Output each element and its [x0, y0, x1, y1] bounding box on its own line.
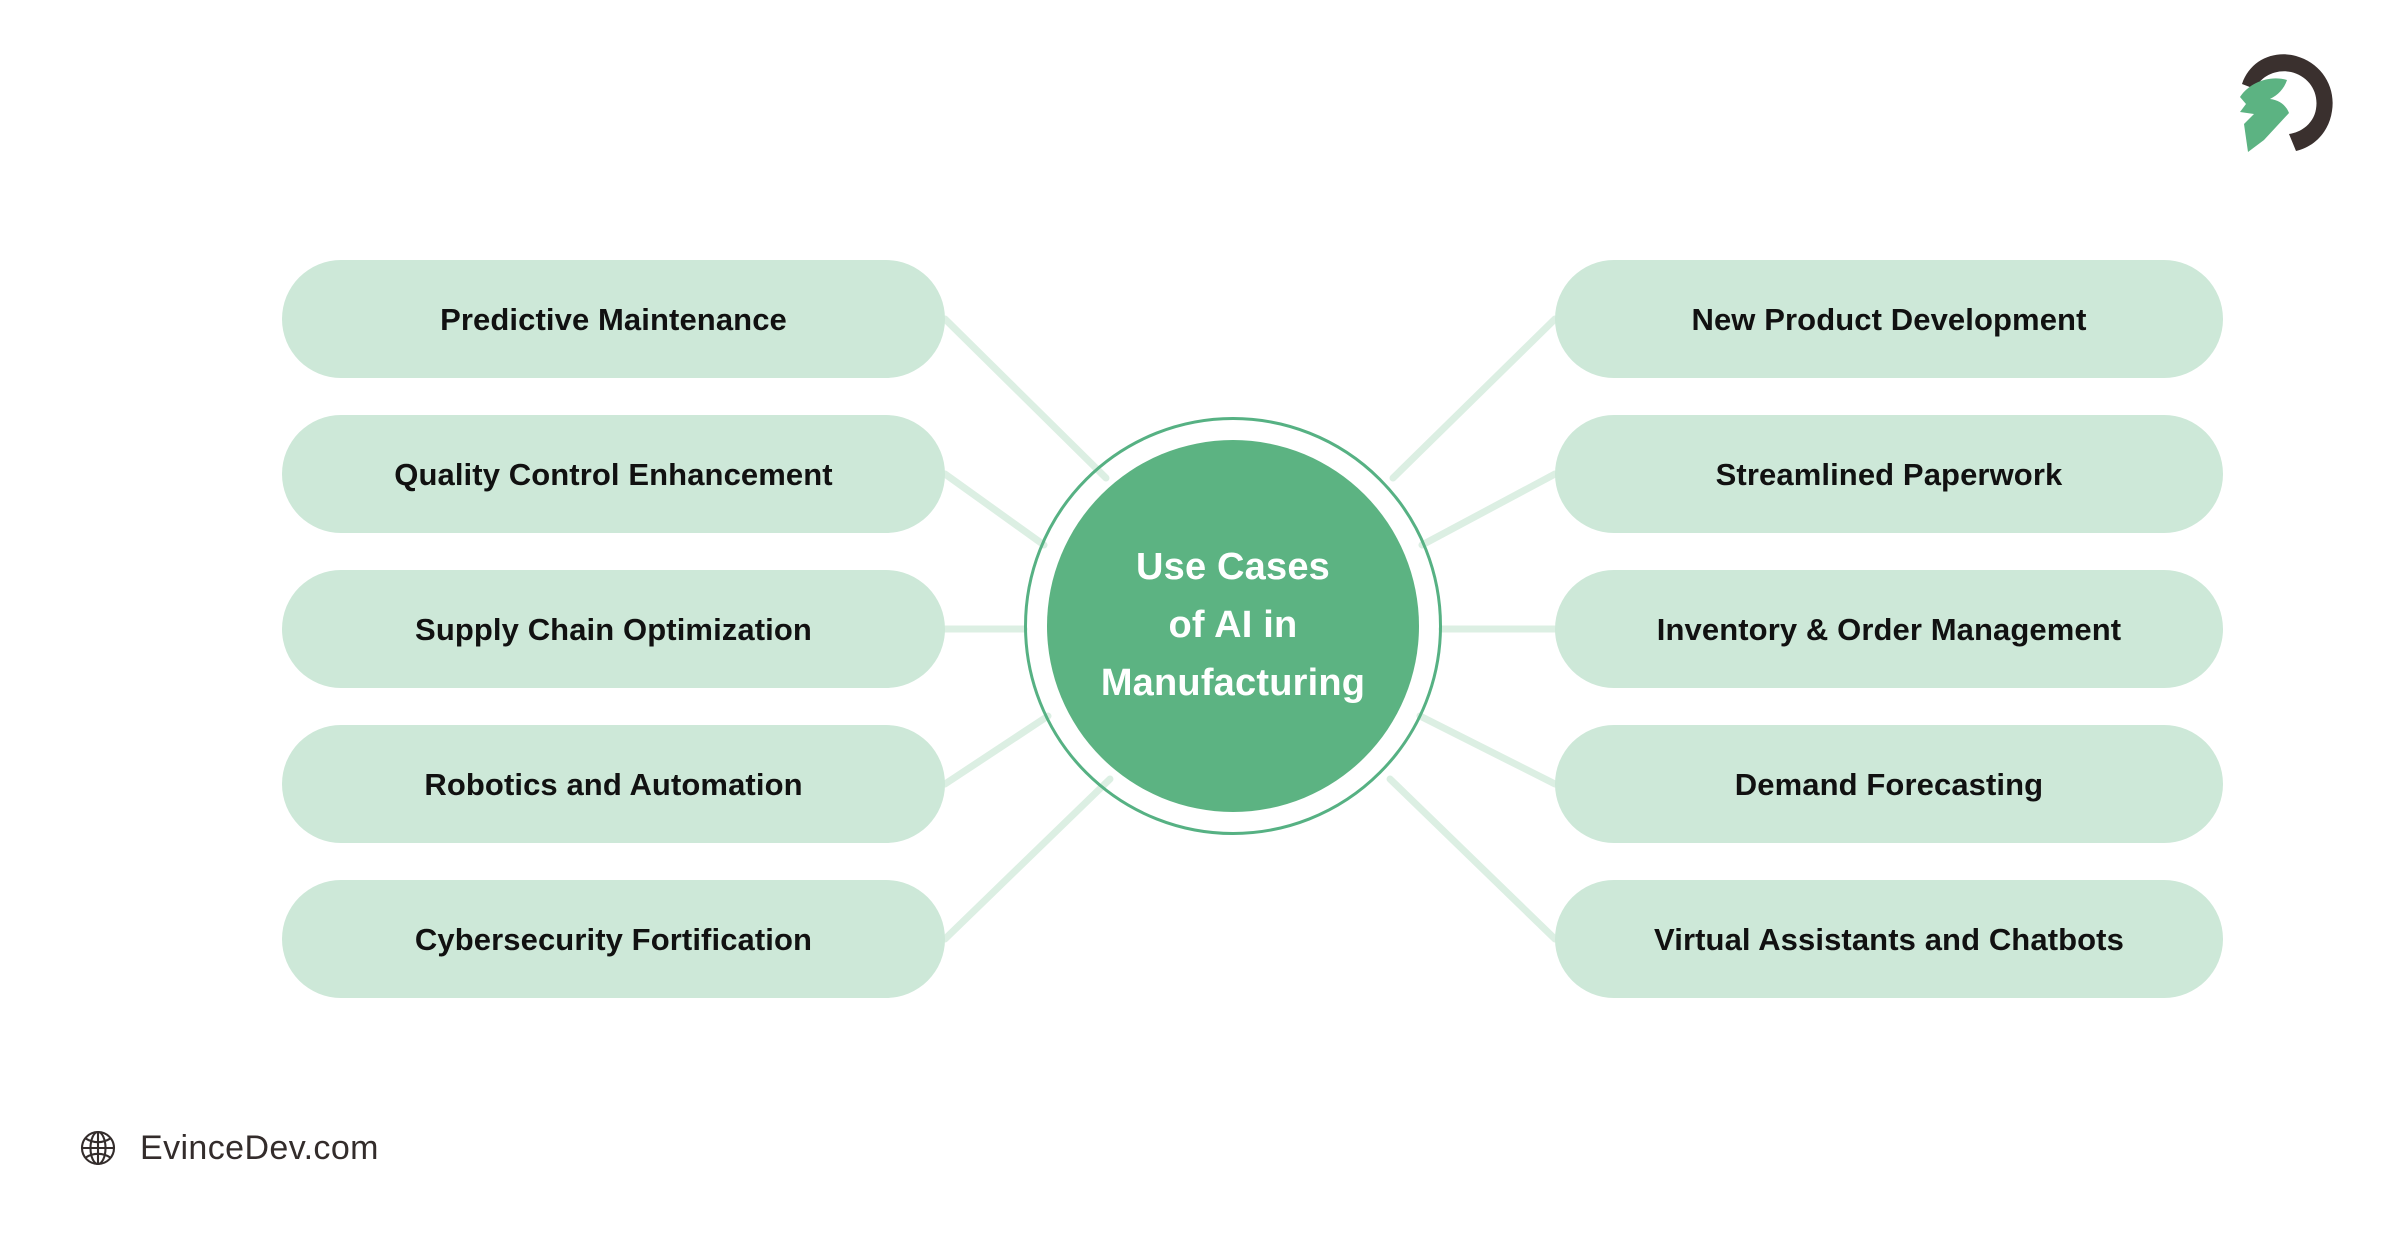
branch-label: Streamlined Paperwork [1715, 456, 2063, 492]
connector-right-1 [1418, 470, 1559, 549]
connector-right-0 [1389, 315, 1559, 482]
connector-left-0 [941, 315, 1110, 482]
evincedev-logo-icon [2240, 54, 2333, 152]
connector-right-3 [1416, 712, 1559, 788]
branch-label: Robotics and Automation [424, 766, 803, 802]
branch-pill-right-4[interactable]: Virtual Assistants and Chatbots [1555, 880, 2223, 998]
branch-label: New Product Development [1691, 301, 2087, 337]
branch-label: Cybersecurity Fortification [414, 921, 813, 957]
branch-label: Predictive Maintenance [440, 301, 787, 337]
hub-title: Use Cases of AI in Manufacturing [1100, 546, 1366, 704]
branch-pill-left-0[interactable]: Predictive Maintenance [282, 260, 945, 378]
branch-pill-right-0[interactable]: New Product Development [1555, 260, 2223, 378]
branch-pill-left-1[interactable]: Quality Control Enhancement [282, 415, 945, 533]
connector-left-1 [941, 470, 1048, 549]
connector-left-4 [941, 775, 1114, 943]
infographic-canvas: Predictive Maintenance Quality Control E… [0, 0, 2400, 1256]
globe-icon [80, 1130, 116, 1166]
branch-pill-right-2[interactable]: Inventory & Order Management [1555, 570, 2223, 688]
branch-label: Inventory & Order Management [1656, 611, 2122, 647]
connector-right-4 [1386, 775, 1559, 943]
footer-site-label[interactable]: EvinceDev.com [140, 1131, 379, 1165]
branch-pill-left-4[interactable]: Cybersecurity Fortification [282, 880, 945, 998]
branch-pill-right-1[interactable]: Streamlined Paperwork [1555, 415, 2223, 533]
connector-left-3 [941, 712, 1052, 788]
branch-label: Demand Forecasting [1734, 766, 2044, 802]
footer: EvinceDev.com [78, 1128, 379, 1168]
branch-label: Supply Chain Optimization [415, 611, 812, 647]
branch-pill-left-2[interactable]: Supply Chain Optimization [282, 570, 945, 688]
branch-pill-right-3[interactable]: Demand Forecasting [1555, 725, 2223, 843]
branch-label: Quality Control Enhancement [394, 456, 833, 492]
hub-circle[interactable]: Use Cases of AI in Manufacturing [1047, 440, 1419, 812]
branch-label: Virtual Assistants and Chatbots [1654, 921, 2124, 957]
branch-pill-left-3[interactable]: Robotics and Automation [282, 725, 945, 843]
